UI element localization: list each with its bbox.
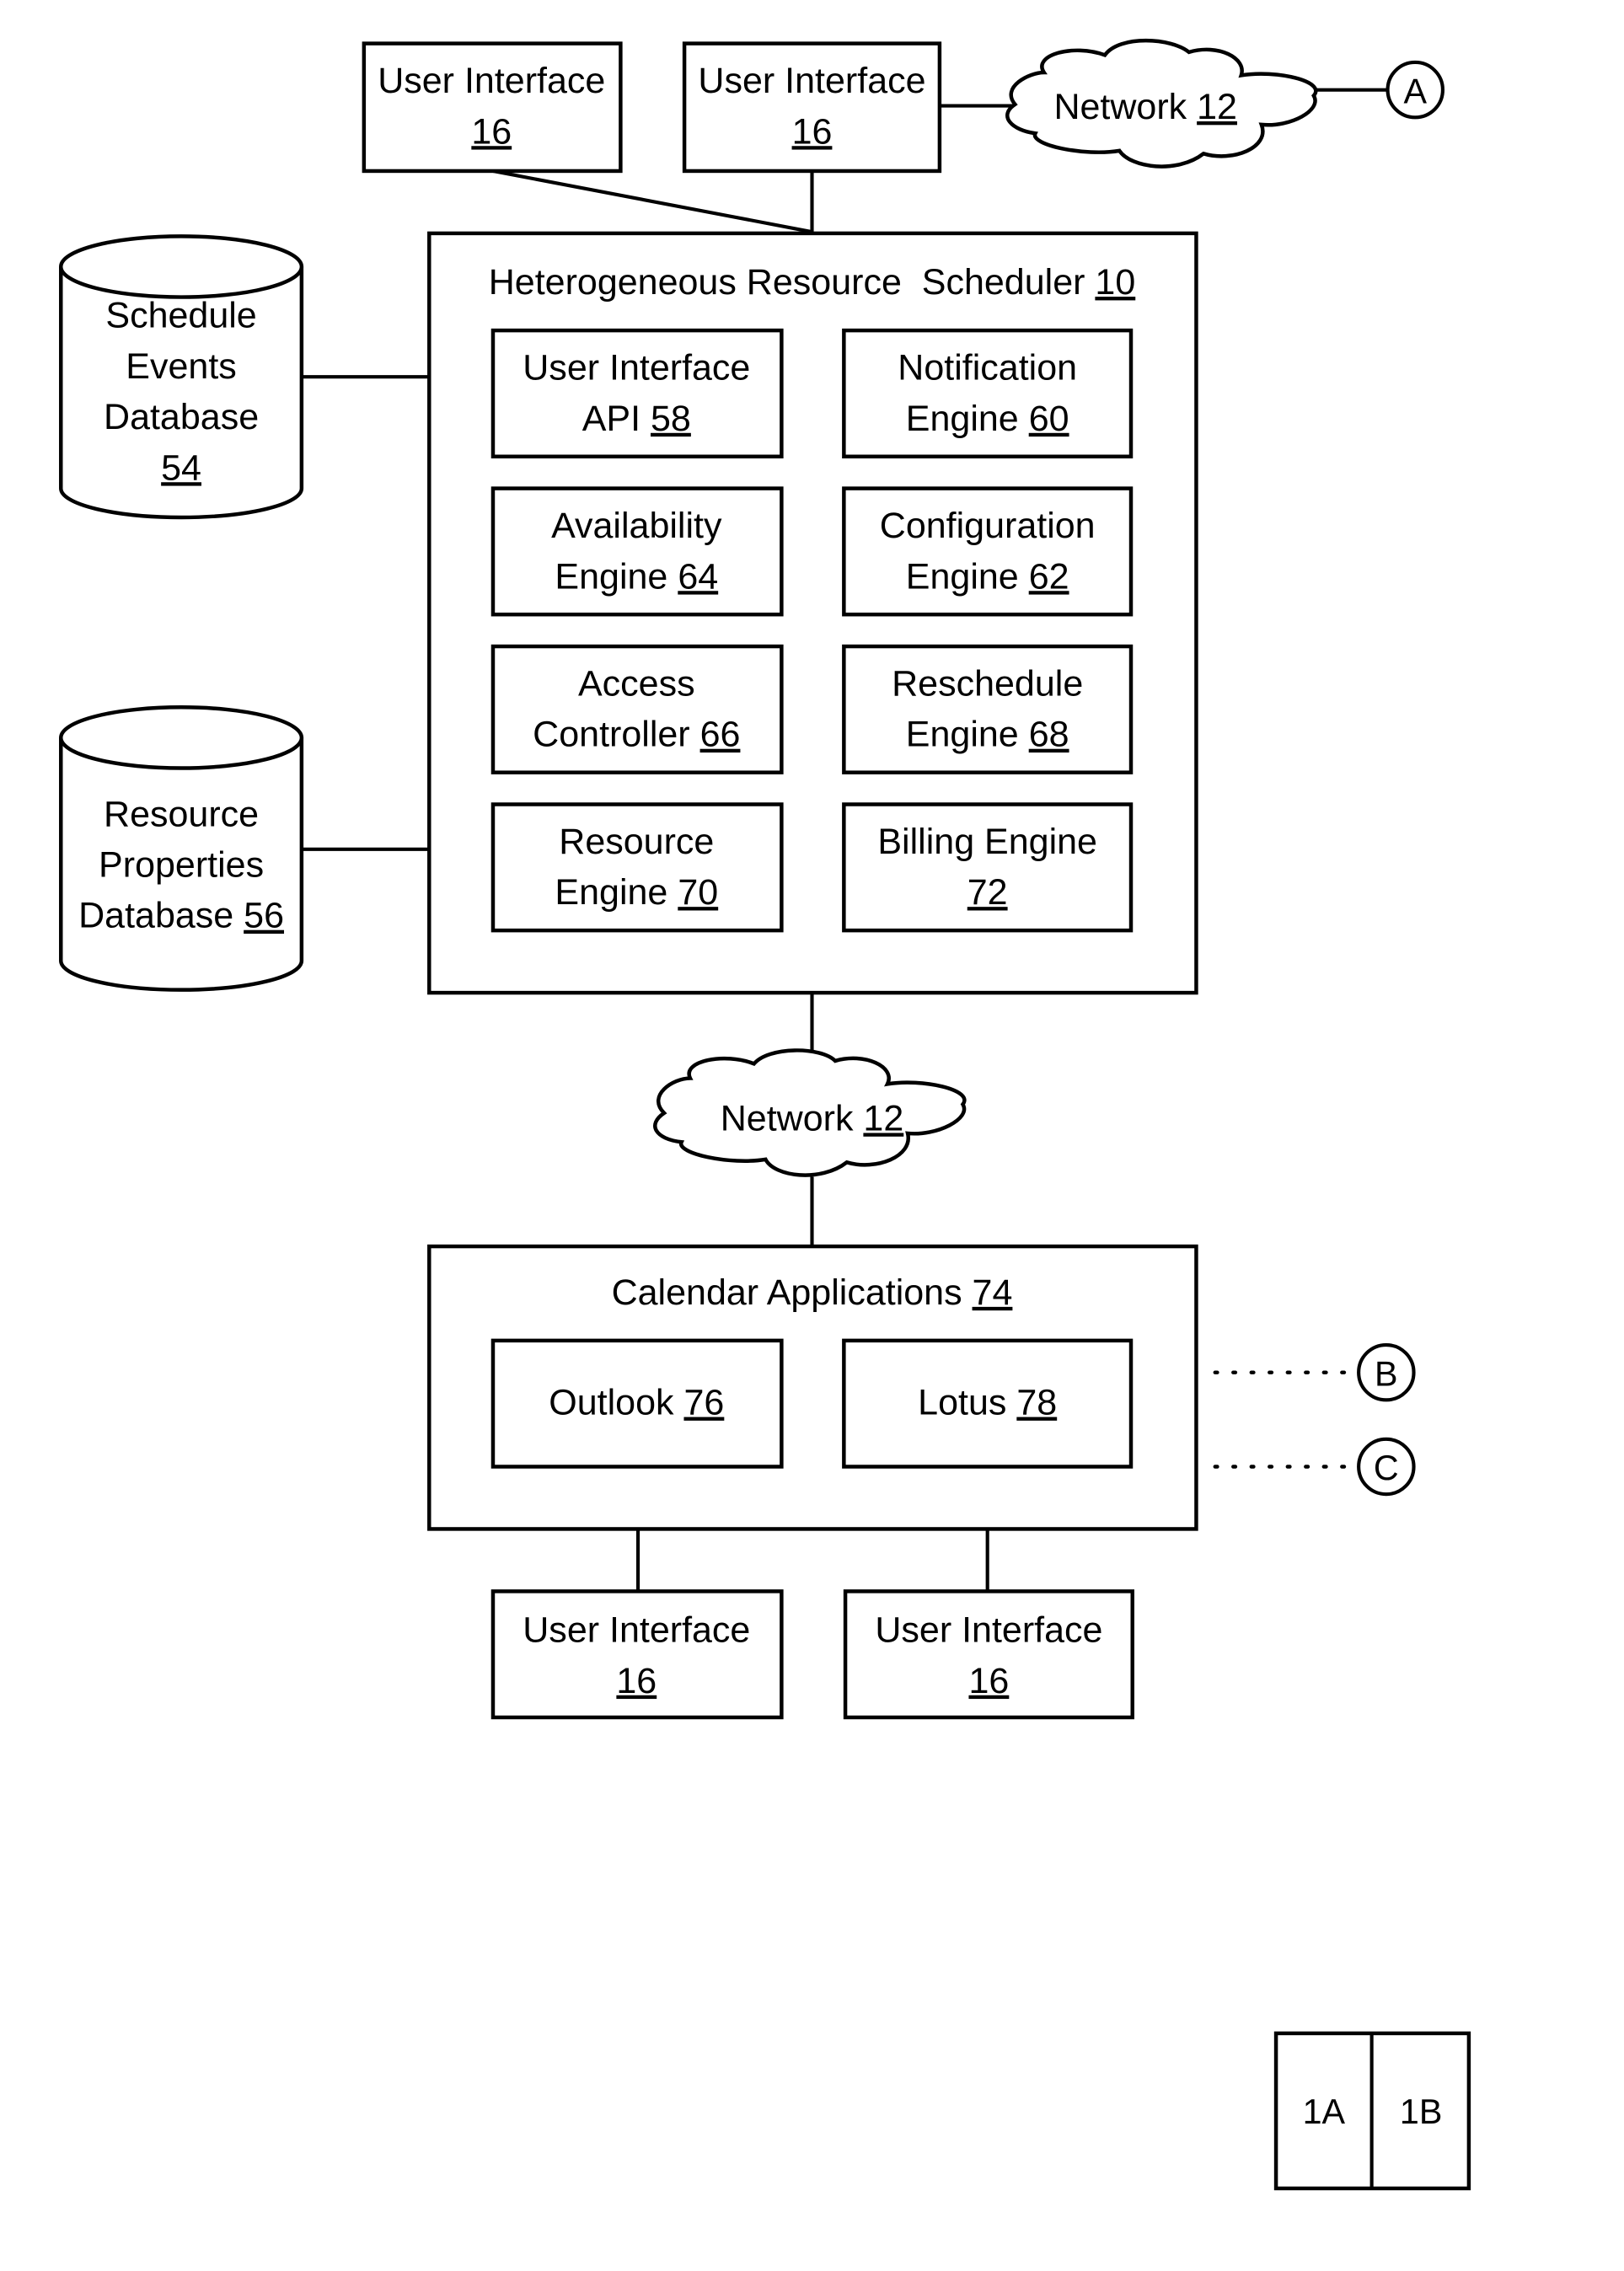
ui-ref: 16: [471, 111, 512, 152]
db-label-line: Schedule: [105, 296, 256, 336]
module-label: Reschedule: [892, 664, 1083, 704]
db-label-line: Properties: [99, 845, 264, 886]
off-page-connector-c[interactable]: C: [1357, 1437, 1416, 1497]
module-label: Controller 66: [533, 715, 740, 755]
db-ref: 54: [161, 447, 201, 488]
module-label: Engine 60: [906, 399, 1069, 439]
ui-label: User Interface: [698, 61, 925, 101]
module-configuration-engine[interactable]: Configuration Engine 62: [842, 486, 1134, 617]
module-access-controller[interactable]: Access Controller 66: [490, 644, 784, 774]
app-label: Outlook 76: [549, 1383, 724, 1423]
module-availability-engine[interactable]: Availability Engine 64: [490, 486, 784, 617]
module-user-interface-api[interactable]: User Interface API 58: [490, 328, 784, 458]
connector-label: B: [1375, 1354, 1398, 1393]
off-page-connector-a[interactable]: A: [1385, 60, 1444, 120]
module-label: Engine 64: [555, 556, 718, 597]
module-label: Engine 70: [555, 872, 718, 913]
module-label: Engine 62: [906, 556, 1069, 597]
ui-ref: 16: [616, 1661, 657, 1701]
user-interface-bottom-right: User Interface 16: [843, 1589, 1134, 1720]
ui-label: User Interface: [523, 1610, 750, 1651]
user-interface-top-left: User Interface 16: [362, 41, 623, 174]
calendar-applications: Calendar Applications 74 Outlook 76 Lotu…: [427, 1244, 1198, 1531]
module-label: Resource: [559, 822, 714, 862]
network-label: Network 12: [1053, 87, 1237, 127]
module-ref: 72: [967, 872, 1008, 913]
sheet-1b-label: 1B: [1400, 2092, 1442, 2131]
module-label: Notification: [898, 348, 1077, 388]
user-interface-top-right: User Interface 16: [682, 41, 942, 174]
sheet-key: 1A 1B: [1273, 2031, 1471, 2191]
scheduler-title: Heterogeneous Resource Scheduler 10: [489, 262, 1136, 303]
connector-label: A: [1403, 72, 1427, 110]
calendar-title: Calendar Applications 74: [612, 1272, 1013, 1313]
module-label: Configuration: [880, 506, 1096, 546]
module-label: Engine 68: [906, 715, 1069, 755]
module-billing-engine[interactable]: Billing Engine 72: [842, 802, 1134, 933]
line-ui1-to-scheduler: [492, 169, 812, 234]
module-label: Availability: [551, 506, 722, 546]
db-label-line: Resource: [104, 794, 259, 834]
off-page-connector-b[interactable]: B: [1357, 1342, 1416, 1402]
ui-ref: 16: [792, 111, 833, 152]
sheet-1a-label: 1A: [1303, 2092, 1346, 2131]
user-interface-bottom-left: User Interface 16: [490, 1589, 784, 1720]
app-label: Lotus 78: [918, 1383, 1057, 1423]
module-label: User Interface: [523, 348, 750, 388]
ui-label: User Interface: [378, 61, 605, 101]
app-lotus[interactable]: Lotus 78: [842, 1338, 1134, 1469]
module-resource-engine[interactable]: Resource Engine 70: [490, 802, 784, 933]
module-label: Access: [578, 664, 695, 704]
module-notification-engine[interactable]: Notification Engine 60: [842, 328, 1134, 458]
db-label-line: Database 56: [78, 896, 284, 936]
system-diagram: User Interface 16 User Interface 16 Netw…: [59, 39, 1471, 2191]
ui-ref: 16: [968, 1661, 1009, 1701]
network-cloud-middle: Network 12: [653, 1048, 967, 1177]
resource-properties-database: Resource Properties Database 56: [59, 705, 304, 992]
module-reschedule-engine[interactable]: Reschedule Engine 68: [842, 644, 1134, 774]
heterogeneous-resource-scheduler: Heterogeneous Resource Scheduler 10 User…: [427, 231, 1198, 995]
module-label: API 58: [582, 399, 691, 439]
connector-label: C: [1374, 1449, 1399, 1487]
module-label: Billing Engine: [877, 822, 1097, 862]
schedule-events-database: Schedule Events Database 54: [59, 234, 304, 520]
network-cloud-top: Network 12: [1005, 39, 1318, 169]
db-label-line: Events: [126, 346, 236, 387]
network-label: Network 12: [721, 1098, 904, 1138]
app-outlook[interactable]: Outlook 76: [490, 1338, 784, 1469]
db-label-line: Database: [104, 397, 259, 437]
ui-label: User Interface: [875, 1610, 1102, 1651]
